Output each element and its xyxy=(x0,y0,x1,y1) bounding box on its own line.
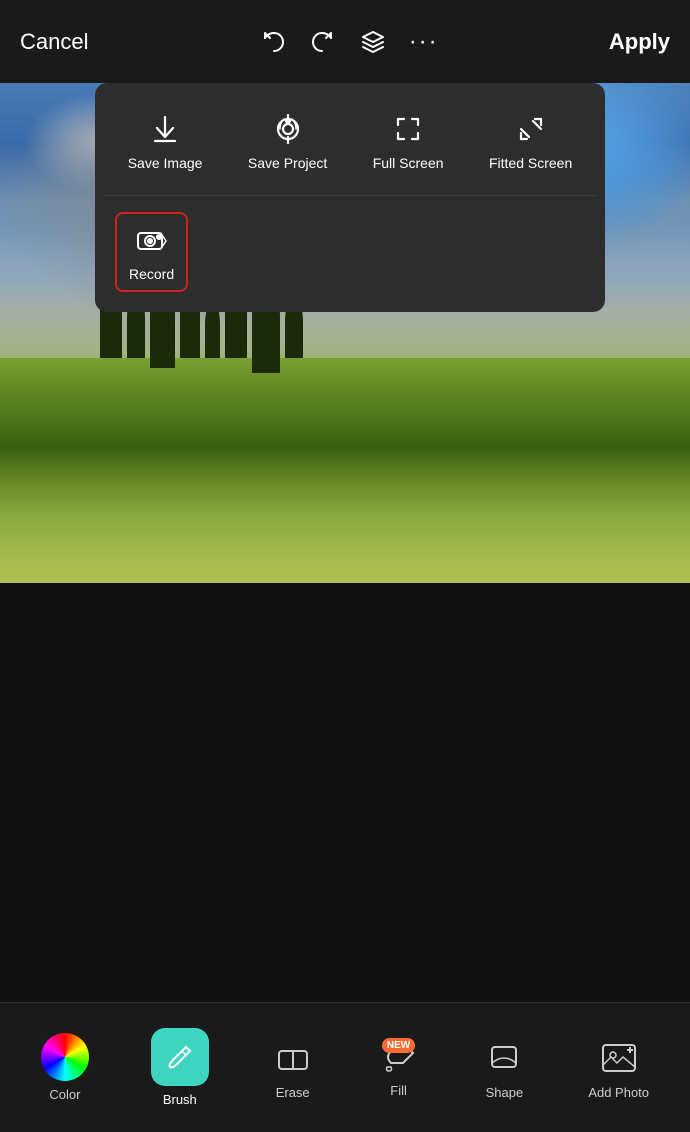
ground-layer xyxy=(0,358,690,583)
fill-label: Fill xyxy=(390,1083,407,1098)
save-image-icon xyxy=(147,111,183,147)
dropdown-row1: Save Image Save Project Full Sc xyxy=(105,103,595,196)
save-project-icon xyxy=(270,111,306,147)
fill-tool[interactable]: NEW Fill xyxy=(367,1030,431,1106)
save-project-item[interactable]: Save Project xyxy=(236,103,339,179)
header: Cancel ··· Apply xyxy=(0,0,690,83)
brush-icon-bg xyxy=(151,1028,209,1086)
more-icon[interactable]: ··· xyxy=(409,28,439,56)
cancel-button[interactable]: Cancel xyxy=(20,29,88,55)
bottom-toolbar: Color Brush Erase NEW Fill xyxy=(0,1002,690,1132)
color-wheel-icon xyxy=(41,1033,89,1081)
shape-icon xyxy=(482,1035,526,1079)
record-item[interactable]: Record xyxy=(115,212,188,292)
erase-tool[interactable]: Erase xyxy=(261,1027,325,1108)
erase-label: Erase xyxy=(276,1085,310,1100)
save-image-label: Save Image xyxy=(128,155,203,171)
erase-icon xyxy=(271,1035,315,1079)
save-project-label: Save Project xyxy=(248,155,327,171)
save-image-item[interactable]: Save Image xyxy=(116,103,215,179)
layers-icon[interactable] xyxy=(359,28,387,56)
color-label: Color xyxy=(49,1087,80,1102)
fitted-screen-icon xyxy=(513,111,549,147)
shape-tool[interactable]: Shape xyxy=(472,1027,536,1108)
full-screen-item[interactable]: Full Screen xyxy=(361,103,456,179)
full-screen-icon xyxy=(390,111,426,147)
color-tool[interactable]: Color xyxy=(31,1025,99,1110)
brush-icon xyxy=(164,1041,196,1073)
record-icon xyxy=(134,222,170,258)
black-area xyxy=(0,583,690,1002)
redo-icon[interactable] xyxy=(309,28,337,56)
dropdown-row2: Record xyxy=(105,196,595,292)
full-screen-label: Full Screen xyxy=(373,155,444,171)
shape-label: Shape xyxy=(486,1085,524,1100)
header-icons: ··· xyxy=(259,28,439,56)
add-photo-icon xyxy=(597,1035,641,1079)
brush-label: Brush xyxy=(163,1092,197,1107)
add-photo-tool[interactable]: Add Photo xyxy=(578,1027,659,1108)
new-badge: NEW xyxy=(382,1038,415,1053)
record-label: Record xyxy=(129,266,174,282)
fitted-screen-item[interactable]: Fitted Screen xyxy=(477,103,584,179)
fitted-screen-label: Fitted Screen xyxy=(489,155,572,171)
undo-icon[interactable] xyxy=(259,28,287,56)
add-photo-label: Add Photo xyxy=(588,1085,649,1100)
apply-button[interactable]: Apply xyxy=(609,29,670,55)
brush-tool[interactable]: Brush xyxy=(141,1020,219,1115)
dropdown-menu: Save Image Save Project Full Sc xyxy=(95,83,605,312)
